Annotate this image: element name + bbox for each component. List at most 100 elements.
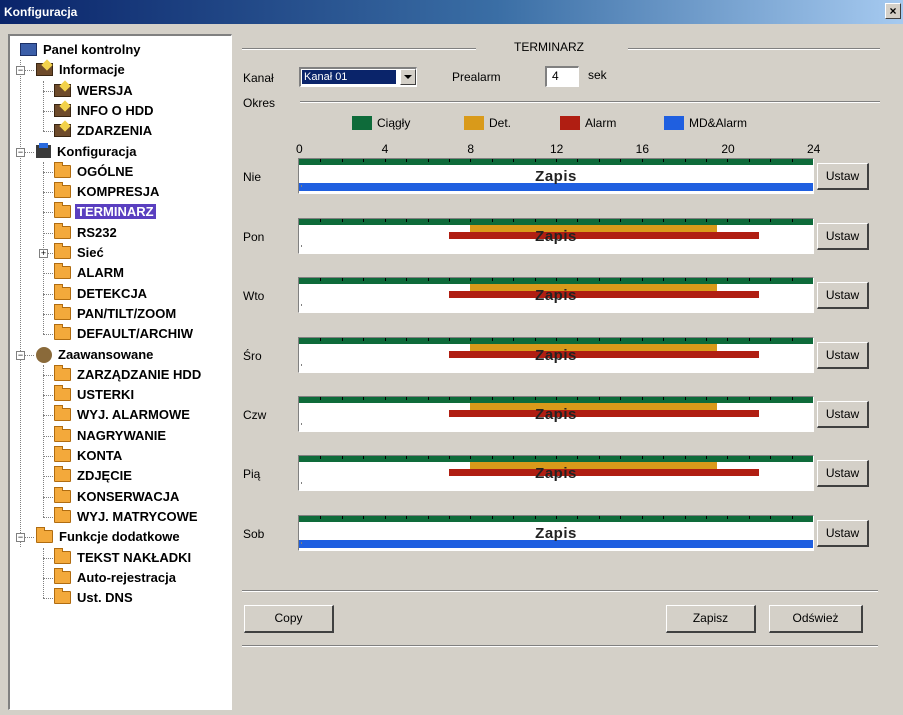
hour-tick bbox=[620, 516, 622, 519]
hour-tick bbox=[534, 159, 536, 162]
tree-item[interactable]: USTERKI bbox=[54, 385, 136, 405]
hour-tick bbox=[684, 278, 686, 281]
hour-tick bbox=[705, 456, 707, 459]
tree-item[interactable]: PAN/TILT/ZOOM bbox=[54, 303, 178, 324]
axis-tick-label: 16 bbox=[635, 142, 650, 156]
tree-connector bbox=[43, 313, 53, 315]
hour-tick bbox=[384, 397, 386, 400]
tree-item-label: ZARZĄDZANIE HDD bbox=[77, 366, 202, 382]
window-title: Konfiguracja bbox=[4, 5, 78, 19]
schedule-bar-text: Zapis bbox=[535, 465, 577, 482]
tree-item[interactable]: ALARM bbox=[54, 263, 126, 283]
schedule-bar[interactable]: Zapis bbox=[298, 455, 814, 491]
hour-tick bbox=[448, 397, 450, 400]
gears-icon bbox=[36, 346, 52, 363]
schedule-bar[interactable]: Zapis bbox=[298, 515, 814, 551]
schedule-bar[interactable]: Zapis bbox=[298, 337, 814, 373]
tree-item[interactable]: ZDJĘCIE bbox=[54, 466, 134, 486]
tree-item[interactable]: KOMPRESJA bbox=[54, 182, 161, 202]
hour-tick bbox=[341, 456, 343, 459]
schedule-bar[interactable]: Zapis bbox=[298, 277, 814, 313]
tree-connector bbox=[43, 476, 53, 478]
tree-connector bbox=[43, 496, 53, 498]
tree-item[interactable]: Informacje bbox=[36, 60, 127, 80]
hour-tick bbox=[513, 278, 515, 281]
hour-tick bbox=[470, 338, 472, 341]
refresh-button[interactable]: Odśwież bbox=[769, 605, 863, 633]
copy-button[interactable]: Copy bbox=[244, 605, 334, 633]
tree-item[interactable]: Konfiguracja bbox=[36, 142, 138, 162]
hour-tick bbox=[534, 219, 536, 222]
tree-item[interactable]: ZARZĄDZANIE HDD bbox=[54, 364, 203, 385]
hour-tick bbox=[470, 159, 472, 162]
schedule-bar[interactable]: Zapis bbox=[298, 158, 814, 194]
period-divider bbox=[300, 101, 880, 103]
tree-item[interactable]: Funkcje dodatkowe bbox=[36, 527, 182, 547]
collapse-icon[interactable]: − bbox=[16, 147, 25, 157]
hour-tick bbox=[663, 338, 665, 341]
tree-item[interactable]: NAGRYWANIE bbox=[54, 425, 168, 446]
channel-label: Kanał bbox=[243, 71, 274, 85]
tree-item[interactable]: WYJ. ALARMOWE bbox=[54, 405, 192, 425]
tree-item-label: RS232 bbox=[77, 224, 117, 240]
tree-item[interactable]: Panel kontrolny bbox=[20, 40, 143, 60]
tree-item[interactable]: Sieć bbox=[54, 243, 106, 263]
hour-tick bbox=[448, 159, 450, 162]
set-schedule-button[interactable]: Ustaw bbox=[817, 520, 869, 547]
hour-tick bbox=[427, 397, 429, 400]
prealarm-input[interactable]: 4 bbox=[545, 66, 579, 87]
tree-connector bbox=[43, 232, 53, 234]
tree-item[interactable]: WYJ. MATRYCOWE bbox=[54, 506, 200, 527]
day-label: Wto bbox=[243, 289, 265, 303]
tree-item[interactable]: RS232 bbox=[54, 222, 119, 243]
bar-marker bbox=[301, 542, 302, 544]
hour-tick bbox=[663, 219, 665, 222]
tree-item[interactable]: Auto-rejestracja bbox=[54, 567, 178, 588]
hour-tick bbox=[770, 159, 772, 162]
schedule-bar[interactable]: Zapis bbox=[298, 396, 814, 432]
hour-tick bbox=[620, 456, 622, 459]
hour-tick bbox=[427, 456, 429, 459]
hour-tick bbox=[363, 397, 365, 400]
set-schedule-button[interactable]: Ustaw bbox=[817, 401, 869, 428]
tree-item[interactable]: TEKST NAKŁADKI bbox=[54, 547, 193, 568]
close-button[interactable]: × bbox=[885, 3, 901, 19]
set-schedule-button[interactable]: Ustaw bbox=[817, 223, 869, 250]
tree-item[interactable]: ZDARZENIA bbox=[54, 121, 154, 141]
tree-item-label: WYJ. ALARMOWE bbox=[77, 407, 190, 423]
hour-tick bbox=[684, 219, 686, 222]
tree-item[interactable]: WERSJA bbox=[54, 81, 135, 101]
collapse-icon[interactable]: − bbox=[16, 350, 25, 360]
schedule-bar[interactable]: Zapis bbox=[298, 218, 814, 254]
tree-item[interactable]: OGÓLNE bbox=[54, 161, 135, 182]
set-schedule-button[interactable]: Ustaw bbox=[817, 460, 869, 487]
tree-item[interactable]: KONTA bbox=[54, 446, 124, 466]
hour-tick bbox=[684, 397, 686, 400]
folder-icon bbox=[54, 202, 71, 219]
tree-item-label: Konfiguracja bbox=[57, 143, 137, 159]
chevron-down-icon[interactable] bbox=[400, 69, 416, 85]
tree-item[interactable]: Zaawansowane bbox=[36, 345, 155, 365]
folder-icon bbox=[36, 527, 53, 544]
hour-tick bbox=[534, 397, 536, 400]
hour-tick bbox=[727, 516, 729, 519]
set-schedule-button[interactable]: Ustaw bbox=[817, 342, 869, 369]
legend-swatch-continuous bbox=[352, 116, 372, 130]
hour-tick bbox=[791, 219, 793, 222]
collapse-icon[interactable]: − bbox=[16, 66, 25, 76]
save-button[interactable]: Zapisz bbox=[666, 605, 756, 633]
tree-connector bbox=[43, 395, 53, 397]
expand-icon[interactable]: + bbox=[39, 249, 48, 258]
channel-select[interactable]: Kanał 01 bbox=[299, 67, 417, 87]
set-schedule-button[interactable]: Ustaw bbox=[817, 163, 869, 190]
set-schedule-button[interactable]: Ustaw bbox=[817, 282, 869, 309]
tree-item[interactable]: KONSERWACJA bbox=[54, 486, 181, 507]
tree-item[interactable]: DETEKCJA bbox=[54, 283, 149, 304]
tree-item[interactable]: DEFAULT/ARCHIW bbox=[54, 324, 195, 344]
tree-item[interactable]: INFO O HDD bbox=[54, 101, 156, 121]
collapse-icon[interactable]: − bbox=[16, 533, 25, 543]
tree-item[interactable]: Ust. DNS bbox=[54, 588, 135, 608]
tree-item[interactable]: TERMINARZ bbox=[54, 202, 156, 222]
hour-tick bbox=[791, 278, 793, 281]
hour-tick bbox=[427, 159, 429, 162]
